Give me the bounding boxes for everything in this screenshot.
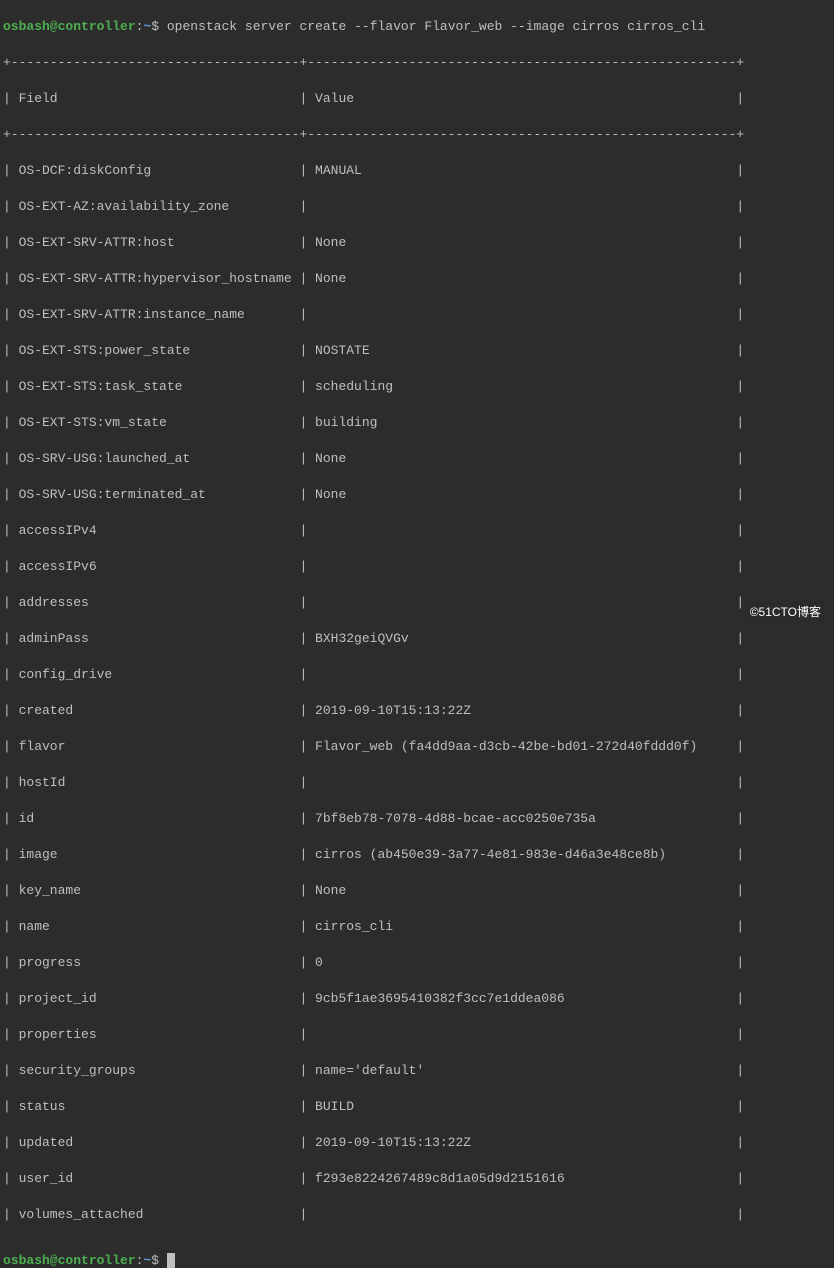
table-row: | volumes_attached | | — [3, 1206, 831, 1224]
table-border-top: +-------------------------------------+-… — [3, 54, 831, 72]
table-row: | status | BUILD | — [3, 1098, 831, 1116]
table-row: | name | cirros_cli | — [3, 918, 831, 936]
prompt-dollar: $ — [151, 19, 159, 34]
cursor — [167, 1253, 175, 1268]
prompt-user-host: osbash@controller — [3, 19, 136, 34]
table-row: | hostId | | — [3, 774, 831, 792]
terminal-output[interactable]: osbash@controller:~$ openstack server cr… — [0, 0, 834, 1268]
table-row: | OS-EXT-STS:task_state | scheduling | — [3, 378, 831, 396]
table-row: | OS-EXT-SRV-ATTR:host | None | — [3, 234, 831, 252]
prompt-line: osbash@controller:~$ openstack server cr… — [3, 18, 831, 36]
table-row: | OS-EXT-SRV-ATTR:instance_name | | — [3, 306, 831, 324]
table-row: | properties | | — [3, 1026, 831, 1044]
table-row: | project_id | 9cb5f1ae3695410382f3cc7e1… — [3, 990, 831, 1008]
table-row: | user_id | f293e8224267489c8d1a05d9d215… — [3, 1170, 831, 1188]
table-row: | flavor | Flavor_web (fa4dd9aa-d3cb-42b… — [3, 738, 831, 756]
table-row: | OS-EXT-AZ:availability_zone | | — [3, 198, 831, 216]
table-row: | OS-EXT-STS:vm_state | building | — [3, 414, 831, 432]
table-header-row: | Field | Value | — [3, 90, 831, 108]
table-row: | config_drive | | — [3, 666, 831, 684]
table-row: | OS-SRV-USG:terminated_at | None | — [3, 486, 831, 504]
table-row: | created | 2019-09-10T15:13:22Z | — [3, 702, 831, 720]
table-row: | key_name | None | — [3, 882, 831, 900]
table-row: | updated | 2019-09-10T15:13:22Z | — [3, 1134, 831, 1152]
prompt-line-2[interactable]: osbash@controller:~$ — [3, 1252, 831, 1268]
table-row: | id | 7bf8eb78-7078-4d88-bcae-acc0250e7… — [3, 810, 831, 828]
table-row: | adminPass | BXH32geiQVGv | — [3, 630, 831, 648]
table-row: | OS-EXT-SRV-ATTR:hypervisor_hostname | … — [3, 270, 831, 288]
table-row: | progress | 0 | — [3, 954, 831, 972]
command-text: openstack server create --flavor Flavor_… — [167, 19, 705, 34]
prompt-colon: : — [136, 1253, 144, 1268]
prompt-user-host: osbash@controller — [3, 1253, 136, 1268]
prompt-dollar: $ — [151, 1253, 159, 1268]
table-row: | OS-DCF:diskConfig | MANUAL | — [3, 162, 831, 180]
prompt-path: ~ — [143, 1253, 151, 1268]
watermark: ©51CTO博客 — [747, 602, 824, 622]
table-row: | addresses | | — [3, 594, 831, 612]
table-border-mid: +-------------------------------------+-… — [3, 126, 831, 144]
table-row: | OS-SRV-USG:launched_at | None | — [3, 450, 831, 468]
table-row: | OS-EXT-STS:power_state | NOSTATE | — [3, 342, 831, 360]
table-row: | security_groups | name='default' | — [3, 1062, 831, 1080]
table-row: | accessIPv4 | | — [3, 522, 831, 540]
table-row: | image | cirros (ab450e39-3a77-4e81-983… — [3, 846, 831, 864]
table-row: | accessIPv6 | | — [3, 558, 831, 576]
